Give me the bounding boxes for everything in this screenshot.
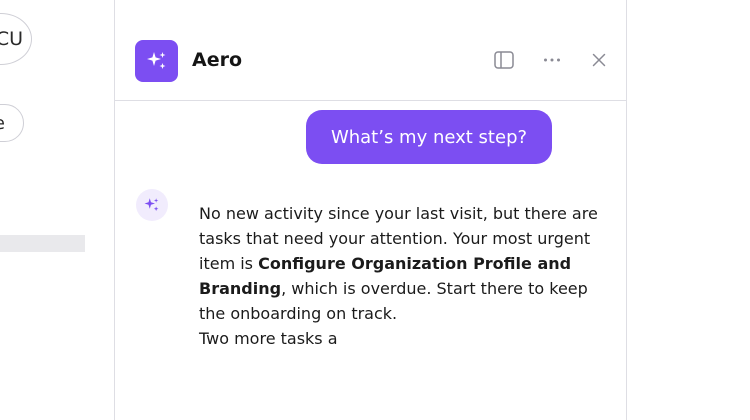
close-icon[interactable] — [587, 48, 611, 72]
assistant-sparkles-icon — [136, 189, 168, 221]
screen: CU e Aero — [0, 0, 750, 420]
panel-title: Aero — [192, 49, 243, 71]
panel-header: Aero — [115, 0, 626, 101]
sidebar-toggle-icon[interactable] — [492, 48, 516, 72]
pill-label: e — [0, 113, 5, 134]
reply-streaming-line: Two more tasks a — [199, 329, 338, 348]
user-message-text: What’s my next step? — [330, 126, 528, 148]
sparkles-icon — [135, 40, 178, 82]
background-highlight-bar — [0, 235, 85, 252]
background-pill-button[interactable]: e — [0, 104, 24, 142]
more-horizontal-icon[interactable] — [540, 48, 564, 72]
assistant-reply: No new activity since your last visit, b… — [199, 201, 599, 351]
background-user-avatar[interactable]: CU — [0, 13, 32, 65]
assistant-panel: Aero What’s my next step? No new activit… — [114, 0, 627, 420]
reply-paragraph: No new activity since your last visit, b… — [199, 201, 599, 326]
user-message-bubble: What’s my next step? — [306, 110, 552, 164]
avatar-initials: CU — [0, 28, 23, 50]
